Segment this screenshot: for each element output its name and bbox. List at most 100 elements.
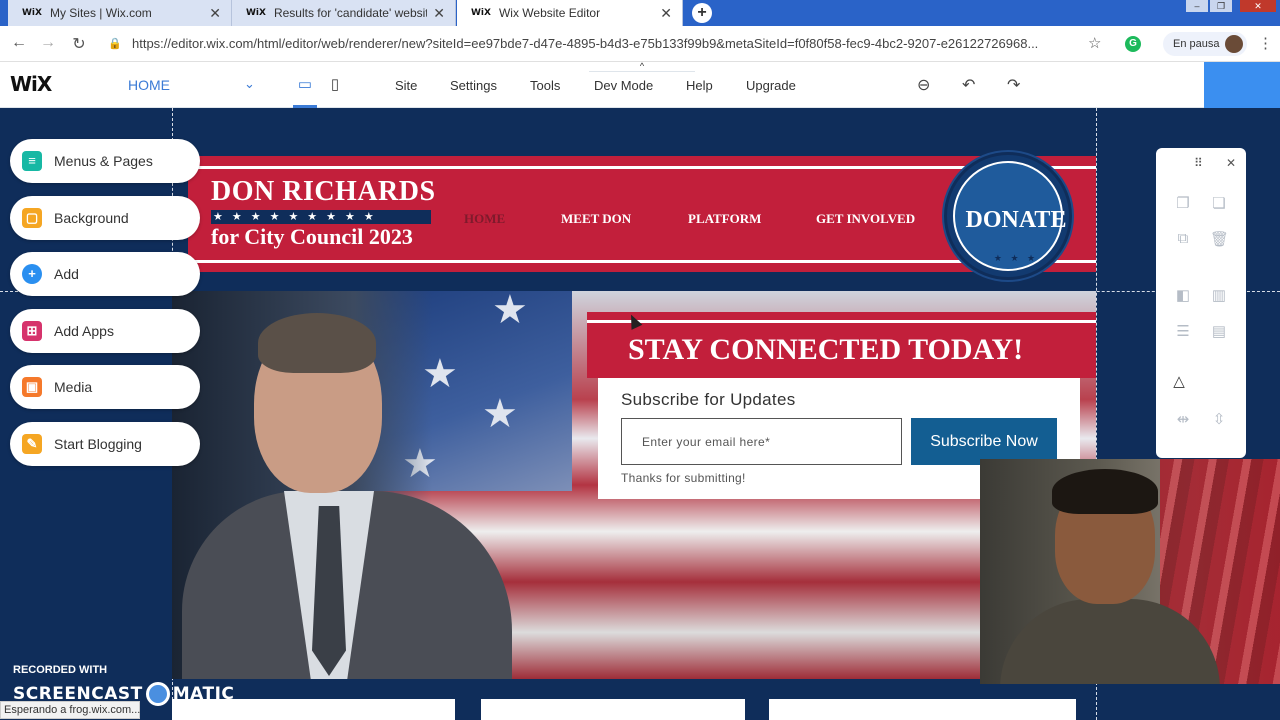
add-label: Add <box>54 266 79 282</box>
wix-favicon-icon: WiX <box>246 8 266 18</box>
menu-help[interactable]: Help <box>686 78 713 93</box>
delete-icon[interactable]: 🗑 <box>1210 230 1229 248</box>
stay-connected-banner[interactable]: STAY CONNECTED TODAY! <box>587 312 1096 378</box>
matic-word: MATIC <box>172 684 235 704</box>
maximize-window-icon[interactable]: ❐ <box>1210 0 1232 12</box>
duplicate-icon[interactable]: ⧉ <box>1174 230 1192 247</box>
desktop-view-icon[interactable]: ▭ <box>296 75 314 93</box>
lock-icon: 🔒 <box>108 38 122 50</box>
bottom-card[interactable] <box>769 699 1076 720</box>
distribute-icon[interactable]: ▤ <box>1210 322 1228 340</box>
media-button[interactable]: ▣ Media <box>10 365 200 409</box>
candidate-hair <box>258 313 376 373</box>
close-window-icon[interactable]: ✕ <box>1240 0 1276 12</box>
donate-label: DONATE <box>965 207 1067 233</box>
preview-button[interactable] <box>1204 62 1280 108</box>
site-nav-home[interactable]: HOME <box>464 211 505 227</box>
profile-paused-button[interactable]: En pausa <box>1163 32 1247 56</box>
donate-badge: DONATE ★ ★ ★ <box>953 161 1066 271</box>
site-nav-get-involved[interactable]: GET INVOLVED <box>816 211 915 227</box>
forward-icon[interactable]: → <box>38 34 58 52</box>
align-center-icon[interactable]: ☰ <box>1174 322 1192 340</box>
menus-pages-label: Menus & Pages <box>54 153 153 169</box>
drag-handle-icon[interactable]: ⠿ <box>1194 156 1203 170</box>
ribbon-stripe-top <box>188 166 1096 169</box>
flag-star-icon: ★ <box>492 291 528 332</box>
profile-paused-label: En pausa <box>1173 38 1220 50</box>
media-icon: ▣ <box>22 377 42 397</box>
wix-logo[interactable]: WiX <box>10 72 52 96</box>
paste-icon[interactable]: ❏ <box>1210 194 1228 212</box>
menus-pages-button[interactable]: ≡ Menus & Pages <box>10 139 200 183</box>
add-apps-button[interactable]: ⊞ Add Apps <box>10 309 200 353</box>
tab-wix-editor[interactable]: WiX Wix Website Editor ✕ <box>457 0 683 26</box>
site-nav-platform[interactable]: PLATFORM <box>688 211 761 227</box>
menu-site[interactable]: Site <box>395 78 417 93</box>
bottom-card[interactable] <box>481 699 745 720</box>
media-label: Media <box>54 379 93 395</box>
address-bar-row: ← → ↻ 🔒 https://editor.wix.com/html/edit… <box>0 26 1280 62</box>
background-button[interactable]: ▢ Background <box>10 196 200 240</box>
page-selector[interactable]: HOME <box>128 77 170 93</box>
title-stars: ★★★★★★★★★ <box>211 210 431 224</box>
flag-star-icon: ★ <box>482 392 518 436</box>
close-tab-icon[interactable]: ✕ <box>209 5 221 22</box>
zoom-out-icon[interactable]: ⊖ <box>917 75 930 95</box>
site-nav-meet-don[interactable]: MEET DON <box>561 211 631 227</box>
editor-top-bar: WiX HOME ⌄ ▭ ▯ ^ Site Settings Tools Dev… <box>0 62 1280 108</box>
mobile-view-icon[interactable]: ▯ <box>326 75 344 93</box>
background-icon: ▢ <box>22 208 42 228</box>
donate-button[interactable]: DONATE ★ ★ ★ <box>944 152 1072 280</box>
grammarly-extension-icon[interactable]: G <box>1125 36 1141 52</box>
minimize-window-icon[interactable]: – <box>1186 0 1208 12</box>
recorded-with-label: RECORDED WITH <box>13 664 108 676</box>
bookmark-star-icon[interactable]: ☆ <box>1088 34 1101 52</box>
donate-stars: ★ ★ ★ <box>993 253 1039 263</box>
browser-menu-icon[interactable]: ⋮ <box>1258 34 1273 52</box>
tab-title: My Sites | Wix.com <box>49 6 152 20</box>
tab-title: Results for 'candidate' website te <box>273 6 428 20</box>
tab-results[interactable]: WiX Results for 'candidate' website te ✕ <box>232 0 456 26</box>
site-subtitle[interactable]: for City Council 2023 <box>211 224 413 250</box>
add-button[interactable]: + Add <box>10 252 200 296</box>
close-tab-icon[interactable]: ✕ <box>433 5 445 22</box>
collapse-topbar-icon[interactable]: ^ <box>589 62 695 72</box>
url-field[interactable]: 🔒 https://editor.wix.com/html/editor/web… <box>108 31 1108 57</box>
email-field[interactable] <box>621 418 902 465</box>
menu-tools[interactable]: Tools <box>530 78 560 93</box>
tab-title: Wix Website Editor <box>498 6 601 20</box>
reload-icon[interactable]: ↻ <box>69 34 89 54</box>
redo-icon[interactable]: ↷ <box>1007 75 1020 95</box>
undo-icon[interactable]: ↶ <box>962 75 975 95</box>
copy-icon[interactable]: ❐ <box>1174 194 1192 212</box>
chevron-down-icon[interactable]: ⌄ <box>244 76 255 92</box>
close-tab-icon[interactable]: ✕ <box>660 5 672 22</box>
wix-favicon-icon: WiX <box>471 8 491 18</box>
tab-my-sites[interactable]: WiX My Sites | Wix.com ✕ <box>8 0 232 26</box>
arrange-tools-panel: ⠿ ✕ ❐ ❏ ⧉ 🗑 ◧ ▥ ☰ ▤ △ ⇹ ⇳ <box>1156 148 1246 458</box>
close-panel-icon[interactable]: ✕ <box>1226 156 1236 170</box>
start-blogging-button[interactable]: ✎ Start Blogging <box>10 422 200 466</box>
add-apps-label: Add Apps <box>54 323 114 339</box>
pages-icon: ≡ <box>22 151 42 171</box>
stay-connected-heading: STAY CONNECTED TODAY! <box>628 333 1024 366</box>
align-right-icon[interactable]: ▥ <box>1210 286 1228 304</box>
new-tab-button[interactable]: + <box>692 3 712 23</box>
subscribe-heading: Subscribe for Updates <box>621 390 796 409</box>
add-icon: + <box>22 264 42 284</box>
presenter-hair <box>1052 469 1158 514</box>
menu-dev-mode[interactable]: Dev Mode <box>594 78 653 93</box>
flip-vertical-icon[interactable]: ⇳ <box>1210 410 1228 428</box>
bring-forward-icon[interactable]: ◧ <box>1174 286 1192 304</box>
flip-horizontal-icon[interactable]: ⇹ <box>1174 410 1192 428</box>
menu-settings[interactable]: Settings <box>450 78 497 93</box>
subscribe-button[interactable]: Subscribe Now <box>911 418 1057 465</box>
browser-status-bar: Esperando a frog.wix.com... <box>0 701 140 719</box>
menu-upgrade[interactable]: Upgrade <box>746 78 796 93</box>
ruler-icon[interactable]: △ <box>1170 372 1188 390</box>
wix-favicon-icon: WiX <box>22 8 42 18</box>
site-title[interactable]: DON RICHARDS <box>211 176 436 208</box>
thanks-message: Thanks for submitting! <box>621 471 746 485</box>
apps-icon: ⊞ <box>22 321 42 341</box>
back-icon[interactable]: ← <box>9 34 29 52</box>
